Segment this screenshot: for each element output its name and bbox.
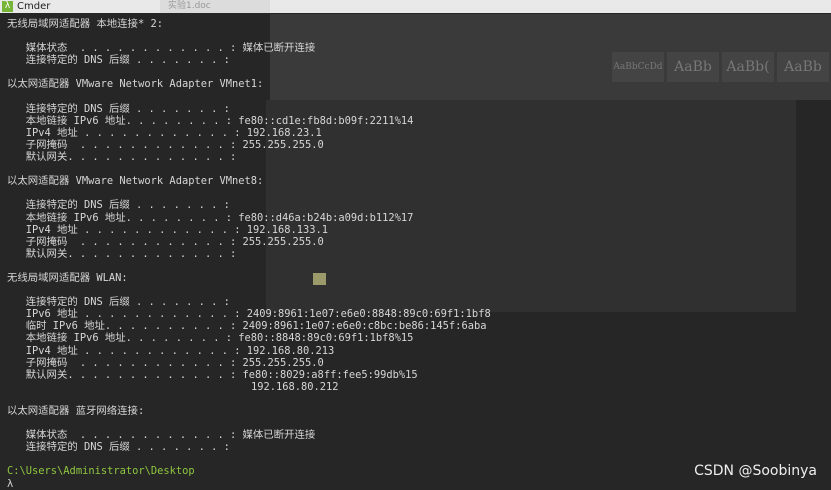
console-line: 默认网关. . . . . . . . . . . . . :: [7, 151, 237, 164]
console-line: 子网掩码 . . . . . . . . . . . . : 255.255.2…: [7, 235, 324, 248]
console-line: 默认网关. . . . . . . . . . . . . :: [7, 247, 237, 260]
console-line: 默认网关. . . . . . . . . . . . . : fe80::80…: [7, 368, 418, 381]
console-line: 以太网适配器 蓝牙网络连接:: [7, 405, 145, 417]
console-line: 连接特定的 DNS 后缀 . . . . . . . :: [7, 296, 230, 309]
console-line: IPv4 地址 . . . . . . . . . . . . : 192.16…: [7, 344, 335, 357]
console-line: 连接特定的 DNS 后缀 . . . . . . . :: [7, 199, 230, 212]
background-doc-tab: 实验1.doc: [160, 0, 270, 13]
console-line: IPv6 地址 . . . . . . . . . . . . : 2409:8…: [7, 308, 491, 321]
console-line: 临时 IPv6 地址. . . . . . . . . . : 2409:896…: [7, 320, 487, 333]
lambda-icon: λ: [2, 1, 13, 12]
console-line: 连接特定的 DNS 后缀 . . . . . . . :: [7, 102, 230, 115]
console-line: IPv4 地址 . . . . . . . . . . . . : 192.16…: [7, 223, 329, 236]
console-line: 子网掩码 . . . . . . . . . . . . : 255.255.2…: [7, 356, 324, 369]
console-line: 本地链接 IPv6 地址. . . . . . . . : fe80::8848…: [7, 332, 414, 345]
console-line: 以太网适配器 VMware Network Adapter VMnet8:: [7, 175, 264, 188]
console-line: 无线局域网适配器 WLAN:: [7, 271, 128, 284]
console-line: 本地链接 IPv6 地址. . . . . . . . : fe80::cd1e…: [7, 114, 414, 127]
window-titlebar[interactable]: λ Cmder 实验1.doc: [0, 0, 831, 13]
console-line: 无线局域网适配器 本地连接* 2:: [7, 18, 163, 30]
console-line: 子网掩码 . . . . . . . . . . . . : 255.255.2…: [7, 138, 324, 151]
console-line: 以太网适配器 VMware Network Adapter VMnet1:: [7, 78, 264, 91]
console-line: 本地链接 IPv6 地址. . . . . . . . : fe80::d46a…: [7, 211, 414, 224]
watermark: CSDN @Soobinya: [694, 463, 817, 479]
console-line: 媒体状态 . . . . . . . . . . . . : 媒体已断开连接: [7, 42, 316, 55]
prompt-symbol[interactable]: λ: [7, 478, 831, 490]
console-line: 媒体状态 . . . . . . . . . . . . : 媒体已断开连接: [7, 429, 316, 442]
console-line: 192.168.80.212: [7, 380, 339, 393]
console-line: 连接特定的 DNS 后缀 . . . . . . . :: [7, 441, 230, 454]
window-title: Cmder: [17, 1, 51, 12]
console-line: IPv4 地址 . . . . . . . . . . . . : 192.16…: [7, 126, 322, 139]
console-line: 连接特定的 DNS 后缀 . . . . . . . :: [7, 54, 230, 67]
console-output[interactable]: 无线局域网适配器 本地连接* 2: 媒体状态 . . . . . . . . .…: [7, 18, 831, 490]
